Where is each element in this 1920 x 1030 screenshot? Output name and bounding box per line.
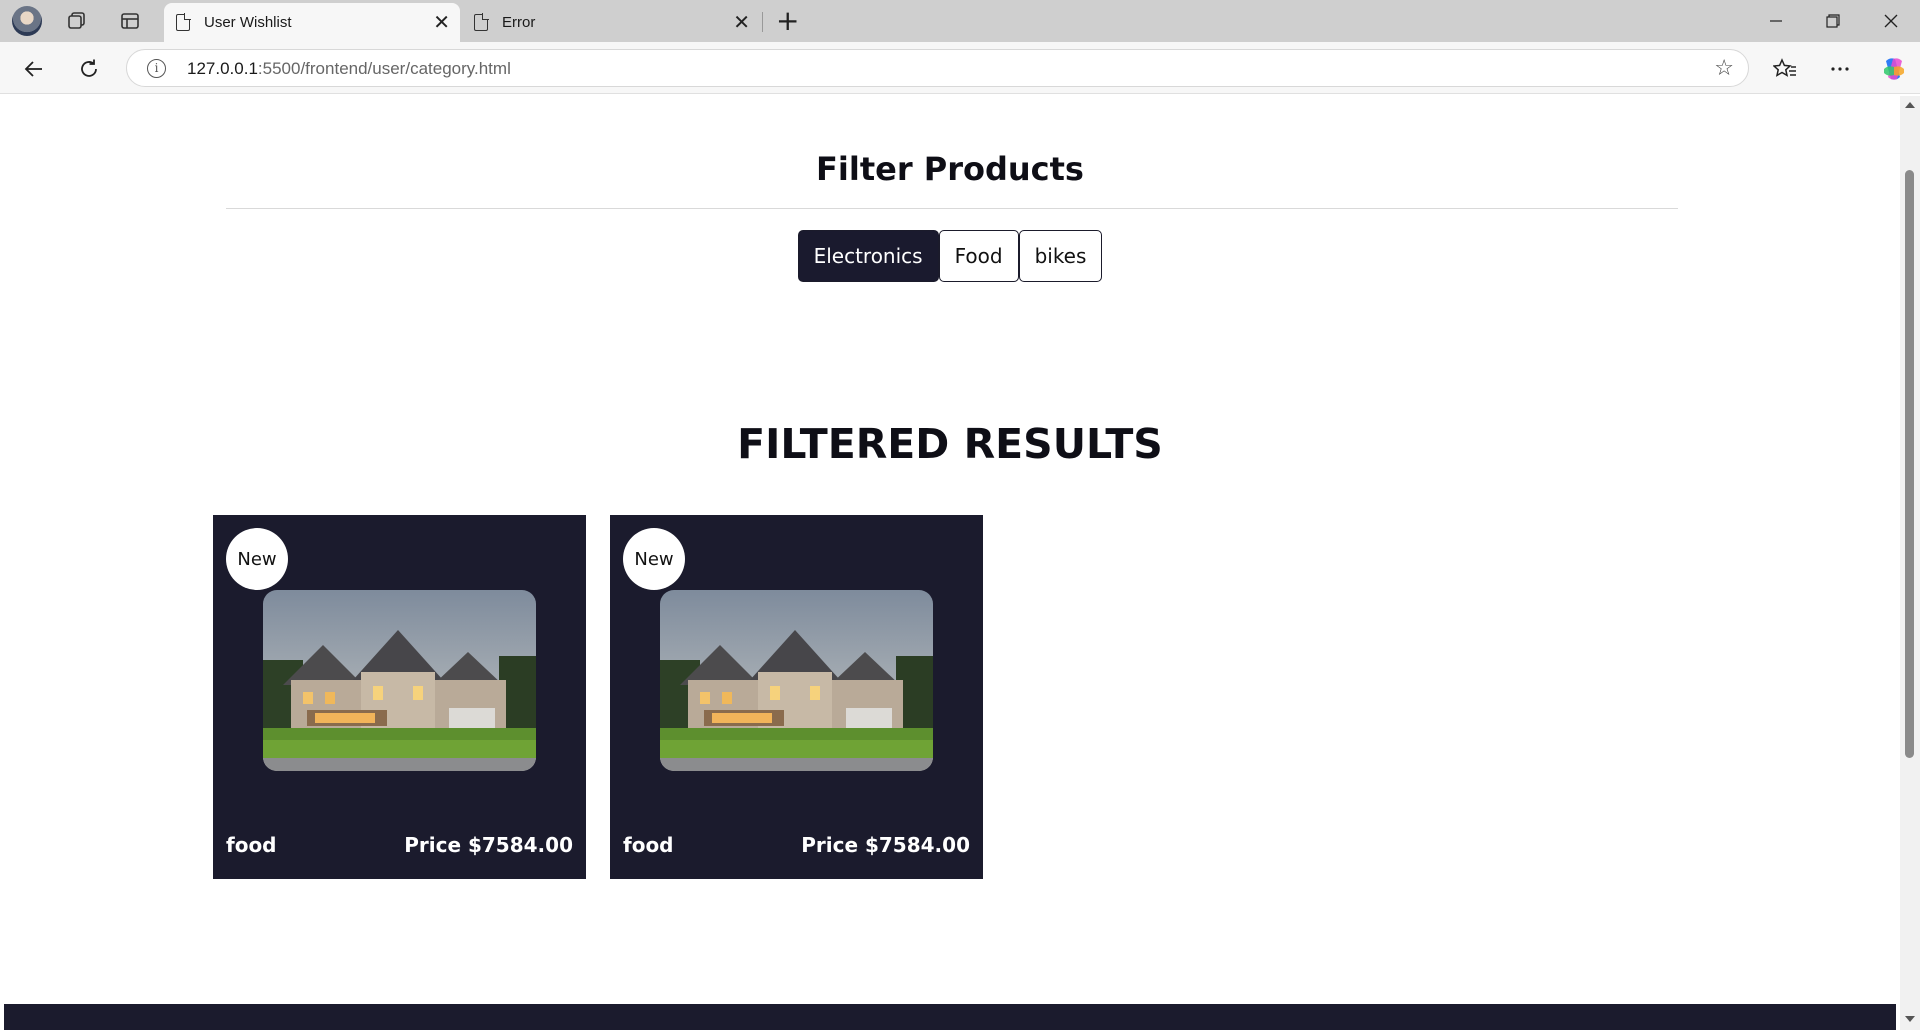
back-arrow-icon[interactable]	[16, 52, 52, 86]
tab-title: Error	[502, 14, 536, 31]
product-price: Price $7584.00	[404, 833, 573, 857]
tab-title: User Wishlist	[204, 14, 292, 31]
close-icon[interactable]: ✕	[733, 12, 750, 32]
window-close-icon[interactable]	[1871, 6, 1911, 36]
product-image[interactable]	[263, 590, 536, 771]
tab-actions-icon[interactable]	[117, 8, 143, 34]
favorites-icon[interactable]	[1767, 52, 1803, 86]
address-bar[interactable]: i 127.0.0.1:5500/frontend/user/category.…	[126, 49, 1749, 87]
plus-icon[interactable]: +	[776, 6, 799, 36]
reload-icon[interactable]	[71, 52, 107, 86]
footer	[4, 1004, 1896, 1030]
minimize-icon[interactable]	[1756, 6, 1796, 36]
new-badge: New	[226, 528, 288, 590]
product-image[interactable]	[660, 590, 933, 771]
new-badge: New	[623, 528, 685, 590]
copilot-icon[interactable]	[1876, 52, 1912, 86]
filter-food-button[interactable]: Food	[938, 230, 1019, 282]
product-card[interactable]: New food Price $7584.00	[213, 515, 586, 879]
info-icon[interactable]: i	[147, 59, 166, 78]
document-icon	[176, 13, 191, 31]
filter-title: Filter Products	[816, 150, 1084, 188]
tab-error[interactable]: Error ✕	[462, 3, 760, 42]
workspaces-icon[interactable]	[64, 8, 90, 34]
url-text[interactable]: 127.0.0.1:5500/frontend/user/category.ht…	[187, 59, 511, 79]
category-filter-group: Electronics Food bikes	[4, 230, 1896, 282]
product-price: Price $7584.00	[801, 833, 970, 857]
results-title: FILTERED RESULTS	[737, 420, 1163, 468]
filter-bikes-button[interactable]: bikes	[1018, 230, 1103, 282]
tab-separator	[762, 12, 763, 32]
filter-electronics-button[interactable]: Electronics	[797, 230, 939, 282]
page-viewport: Filter Products Electronics Food bikes F…	[4, 96, 1896, 1030]
document-icon	[474, 13, 489, 31]
product-card[interactable]: New food Price $7584.00	[610, 515, 983, 879]
product-name: food	[623, 833, 674, 857]
more-icon[interactable]	[1822, 52, 1858, 86]
product-name: food	[226, 833, 277, 857]
scroll-thumb[interactable]	[1905, 170, 1914, 758]
url-host: 127.0.0.1	[187, 59, 258, 78]
tab-user-wishlist[interactable]: User Wishlist ✕	[164, 3, 460, 42]
divider	[226, 208, 1678, 209]
browser-toolbar: i 127.0.0.1:5500/frontend/user/category.…	[0, 42, 1920, 94]
star-icon[interactable]: ☆	[1714, 56, 1734, 81]
url-path: :5500/frontend/user/category.html	[257, 59, 511, 78]
restore-icon[interactable]	[1813, 6, 1853, 36]
profile-avatar[interactable]	[12, 6, 42, 36]
close-icon[interactable]: ✕	[433, 12, 450, 32]
scroll-down-arrow-icon[interactable]	[1905, 1016, 1915, 1022]
vertical-scrollbar[interactable]	[1900, 96, 1920, 1030]
scroll-up-arrow-icon[interactable]	[1905, 102, 1915, 108]
browser-titlebar: User Wishlist ✕ Error ✕ +	[0, 0, 1920, 42]
